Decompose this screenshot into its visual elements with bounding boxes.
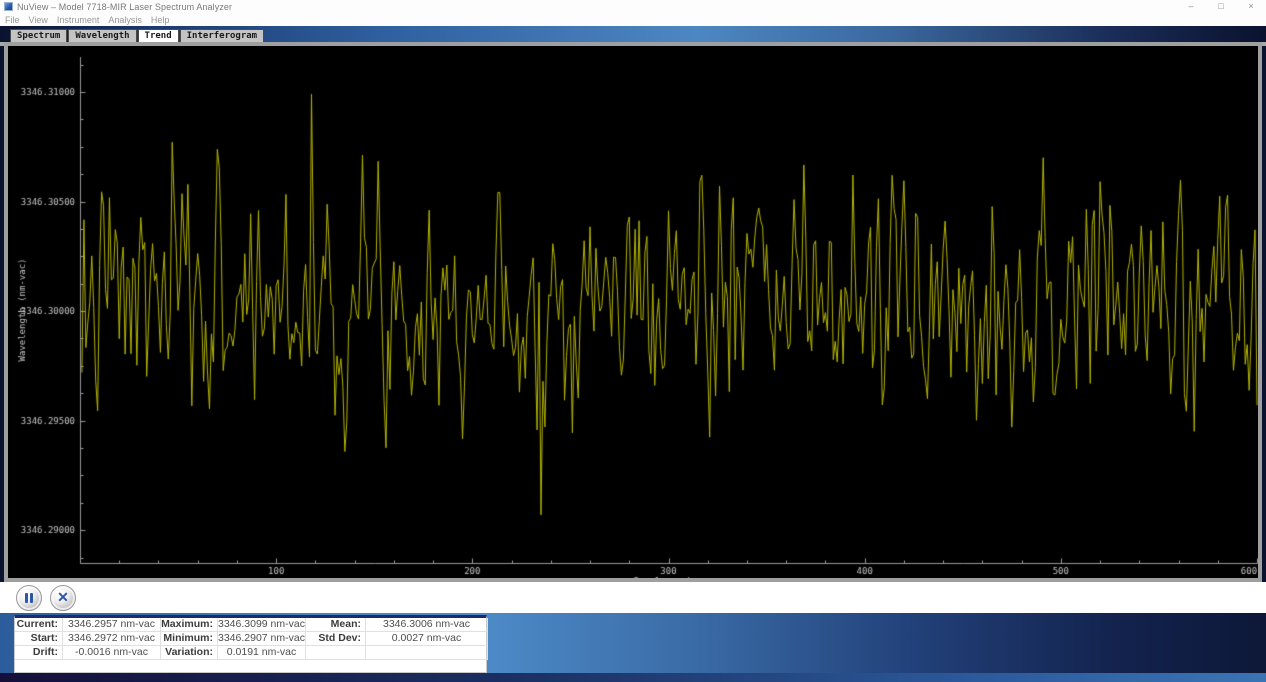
stop-button[interactable]: ✕ bbox=[50, 585, 76, 611]
stat-label-maximum: Maximum: bbox=[161, 618, 218, 632]
menu-instrument[interactable]: Instrument bbox=[57, 15, 100, 25]
stat-value-stddev: 0.0027 nm-vac bbox=[366, 632, 488, 646]
stat-value-variation: 0.0191 nm-vac bbox=[218, 646, 306, 660]
pause-button[interactable] bbox=[16, 585, 42, 611]
tab-trend[interactable]: Trend bbox=[138, 29, 179, 42]
tab-list: Spectrum Wavelength Trend Interferogram bbox=[10, 29, 264, 42]
title-bar: NuView – Model 7718-MIR Laser Spectrum A… bbox=[0, 0, 1266, 13]
menu-help[interactable]: Help bbox=[151, 15, 170, 25]
trend-plot-canvas[interactable] bbox=[8, 46, 1258, 578]
stat-label-minimum: Minimum: bbox=[161, 632, 218, 646]
tab-spectrum[interactable]: Spectrum bbox=[10, 29, 67, 42]
menu-view[interactable]: View bbox=[29, 15, 48, 25]
window-controls: – □ × bbox=[1176, 0, 1266, 13]
tab-interferogram[interactable]: Interferogram bbox=[180, 29, 264, 42]
menu-analysis[interactable]: Analysis bbox=[108, 15, 142, 25]
stat-label-start: Start: bbox=[15, 632, 63, 646]
stat-value-minimum: 3346.2907 nm-vac bbox=[218, 632, 306, 646]
close-icon[interactable]: × bbox=[1236, 0, 1266, 13]
maximize-icon[interactable]: □ bbox=[1206, 0, 1236, 13]
close-icon: ✕ bbox=[57, 591, 69, 605]
stat-label-variation: Variation: bbox=[161, 646, 218, 660]
trend-plot-panel bbox=[4, 42, 1262, 582]
stat-value-maximum: 3346.3099 nm-vac bbox=[218, 618, 306, 632]
app-window: NuView – Model 7718-MIR Laser Spectrum A… bbox=[0, 0, 1266, 682]
menu-file[interactable]: File bbox=[5, 15, 20, 25]
stat-value-current: 3346.2957 nm-vac bbox=[63, 618, 161, 632]
stat-value-start: 3346.2972 nm-vac bbox=[63, 632, 161, 646]
stats-grid: Current: 3346.2957 nm-vac Maximum: 3346.… bbox=[15, 618, 486, 660]
stat-value-drift: -0.0016 nm-vac bbox=[63, 646, 161, 660]
acquisition-toolbar: ✕ bbox=[0, 582, 1266, 613]
tab-band: Spectrum Wavelength Trend Interferogram bbox=[0, 26, 1266, 42]
tab-wavelength[interactable]: Wavelength bbox=[68, 29, 136, 42]
stat-value-mean: 3346.3006 nm-vac bbox=[366, 618, 488, 632]
stats-table: Current: 3346.2957 nm-vac Maximum: 3346.… bbox=[14, 615, 487, 673]
stat-label-empty bbox=[306, 646, 366, 660]
window-title: NuView – Model 7718-MIR Laser Spectrum A… bbox=[17, 2, 232, 12]
app-icon bbox=[4, 2, 13, 11]
stat-label-stddev: Std Dev: bbox=[306, 632, 366, 646]
stat-label-mean: Mean: bbox=[306, 618, 366, 632]
pause-icon bbox=[25, 593, 33, 603]
stat-label-current: Current: bbox=[15, 618, 63, 632]
stat-label-drift: Drift: bbox=[15, 646, 63, 660]
minimize-icon[interactable]: – bbox=[1176, 0, 1206, 13]
menu-bar: File View Instrument Analysis Help bbox=[0, 13, 1266, 26]
bottom-area: Current: 3346.2957 nm-vac Maximum: 3346.… bbox=[0, 613, 1266, 682]
stat-value-empty bbox=[366, 646, 488, 660]
bottom-bar bbox=[0, 673, 1266, 682]
